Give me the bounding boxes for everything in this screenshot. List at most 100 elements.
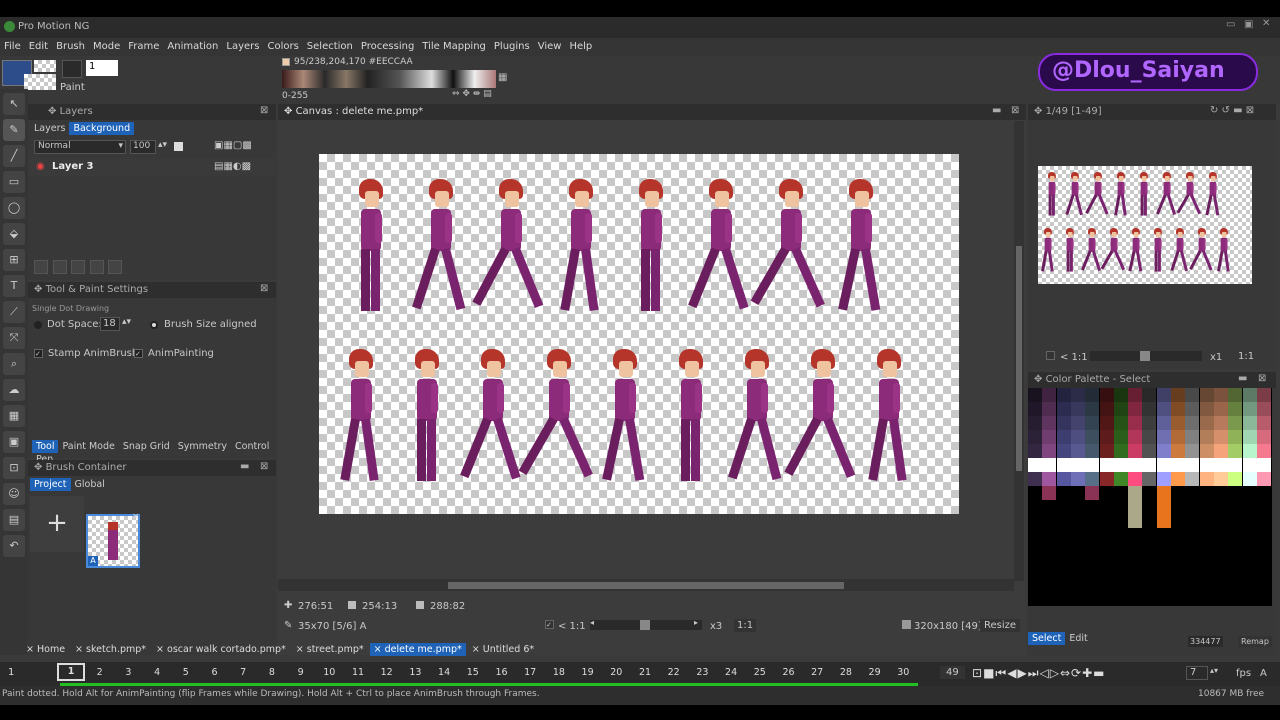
brush-tool-icon[interactable]: ✎ [3,119,25,141]
palette-swatch[interactable] [1085,430,1100,444]
tab-symmetry[interactable]: Symmetry [174,440,231,453]
opacity-input[interactable]: 100 [130,140,156,154]
brush-folder-icon[interactable]: ▬ [240,461,249,472]
doc-tab[interactable]: × sketch.pmp* [71,643,150,656]
palette-swatch[interactable] [1128,444,1143,458]
lock-tool-icon[interactable]: ⊡ [3,457,25,479]
frame-cell[interactable]: 21 [631,667,659,678]
brush-preview[interactable] [62,60,82,78]
menu-item-animation[interactable]: Animation [163,38,222,52]
palette-swatch[interactable] [1056,444,1071,458]
palette-swatch[interactable] [1128,402,1143,416]
palette-grid[interactable] [1028,388,1272,606]
brush-container-close-icon[interactable]: ⊠ [260,461,268,472]
palette-swatch[interactable] [1171,416,1185,430]
preview-zoom-checkbox[interactable] [1046,351,1055,360]
select-tool-icon[interactable]: ↖ [3,93,25,115]
frame-cell[interactable]: 2 [86,667,114,678]
palette-swatch[interactable] [1042,486,1057,500]
secondary-color-swatch[interactable] [34,60,56,72]
tab-palette-edit[interactable]: Edit [1065,632,1091,645]
palette-swatch[interactable] [1171,430,1185,444]
canvas-folder-icon[interactable]: ▬ [992,105,1001,116]
palette-swatch[interactable] [1256,430,1271,444]
duplicate-layer-icon[interactable] [52,260,67,274]
last-frame-icon[interactable]: ⏭ [1028,666,1040,680]
tab-control[interactable]: Control [231,440,273,453]
tab-layers[interactable]: Layers [30,122,69,135]
frame-cell[interactable]: 4 [143,667,171,678]
frame-cell[interactable]: 3 [114,667,142,678]
transparent-swatch[interactable] [24,74,56,90]
palette-swatch[interactable] [1028,388,1042,402]
palette-swatch[interactable] [1113,402,1128,416]
palette-swatch[interactable] [1113,416,1128,430]
frame-cell[interactable]: 10 [315,667,343,678]
palette-swatch[interactable] [1128,458,1143,472]
palette-folder-icon[interactable]: ▬ [1238,373,1247,384]
maximize-icon[interactable]: ▣ [1244,19,1253,30]
menu-item-frame[interactable]: Frame [124,38,163,52]
palette-swatch[interactable] [1156,430,1171,444]
close-tab-icon[interactable]: × [26,644,37,655]
preview-zoom-thumb[interactable] [1140,351,1150,361]
palette-swatch[interactable] [1213,458,1228,472]
palette-swatch[interactable] [1113,444,1128,458]
palette-swatch[interactable] [1256,416,1271,430]
palette-swatch[interactable] [1056,458,1071,472]
palette-swatch[interactable] [1213,388,1228,402]
dot-space-input[interactable]: 18 [100,317,120,331]
remove-frame-icon[interactable]: ▬ [1093,666,1105,680]
delete-layer-icon[interactable] [71,260,85,274]
palette-swatch[interactable] [1028,402,1042,416]
frame-cell[interactable]: 23 [688,667,716,678]
palette-swatch[interactable] [1242,402,1257,416]
stop-icon[interactable]: ■ [983,666,995,680]
play-loop-icon[interactable]: ⊡ [972,666,983,680]
palette-swatch[interactable] [1128,472,1143,486]
eyedropper-tool-icon[interactable]: ⟋ [3,301,25,323]
menu-item-file[interactable]: File [0,38,25,52]
frame-cell[interactable]: 26 [775,667,803,678]
palette-swatch[interactable] [1213,402,1228,416]
palette-swatch[interactable] [1228,416,1243,430]
zoom-ratio-button[interactable]: 1:1 [734,619,757,632]
frame-cell[interactable]: 27 [803,667,831,678]
menu-item-mode[interactable]: Mode [89,38,124,52]
palette-swatch[interactable] [1156,514,1171,528]
canvas-vscroll-thumb[interactable] [1016,246,1022,471]
stamp-checkbox[interactable]: ✓ [34,349,43,358]
palette-swatch[interactable] [1228,458,1243,472]
first-frame-icon[interactable]: ⏮ [995,666,1007,680]
palette-swatch[interactable] [1099,416,1114,430]
menu-item-edit[interactable]: Edit [25,38,52,52]
smudge-tool-icon[interactable]: ☁ [3,379,25,401]
close-tab-icon[interactable]: × [374,644,385,655]
menu-item-tile-mapping[interactable]: Tile Mapping [418,38,490,52]
menu-item-processing[interactable]: Processing [357,38,418,52]
close-tab-icon[interactable]: × [156,644,167,655]
palette-swatch[interactable] [1156,500,1171,514]
menu-item-view[interactable]: View [534,38,566,52]
palette-swatch[interactable] [1256,472,1271,486]
circle-tool-icon[interactable]: ◯ [3,197,25,219]
palette-swatch[interactable] [1242,472,1257,486]
drawing-canvas[interactable] [319,154,959,514]
palette-swatch[interactable] [1256,388,1271,402]
palette-swatch[interactable] [1199,402,1214,416]
palette-swatch[interactable] [1113,388,1128,402]
minimize-icon[interactable]: ▭ [1226,19,1235,30]
sprite-tool-icon[interactable]: ☺ [3,483,25,505]
palette-swatch[interactable] [1199,458,1214,472]
text-tool-icon[interactable]: T [3,275,25,297]
palette-swatch[interactable] [1142,458,1157,472]
palette-swatch[interactable] [1185,472,1200,486]
menu-item-colors[interactable]: Colors [263,38,302,52]
palette-swatch[interactable] [1085,388,1100,402]
brush-thumbnail[interactable]: A × [86,512,140,568]
palette-swatch[interactable] [1099,388,1114,402]
stamp-tool-icon[interactable]: ⊞ [3,249,25,271]
palette-swatch[interactable] [1185,444,1200,458]
undo-tool-icon[interactable]: ↶ [3,535,25,557]
frame-cell[interactable]: 1 [57,663,85,681]
